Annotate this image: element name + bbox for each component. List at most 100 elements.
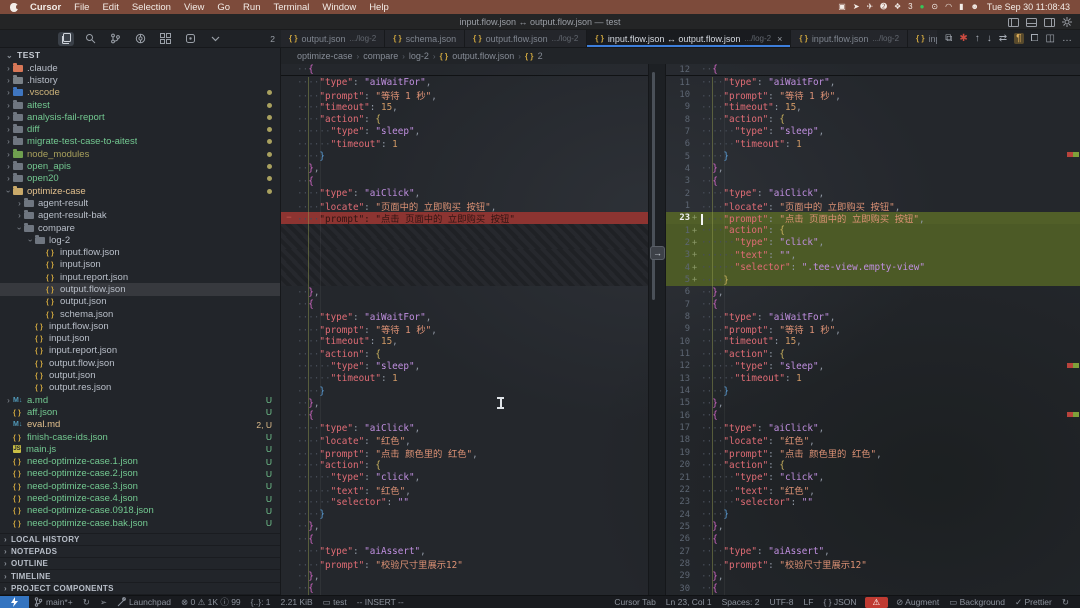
menu-cursor[interactable]: Cursor — [30, 2, 61, 13]
prettier-item[interactable]: ✓ Prettier — [1010, 596, 1057, 608]
sidebar-item-need-optimize-case.bak.json[interactable]: { } need-optimize-case.bak.json U — [0, 517, 280, 529]
swift-icon[interactable]: ➤ — [853, 3, 860, 11]
menu-terminal[interactable]: Terminal — [273, 2, 309, 13]
wifi-icon[interactable]: ◠ — [945, 3, 952, 11]
encoding-item[interactable]: UTF-8 — [764, 596, 798, 608]
screenshot-icon[interactable]: ▣ — [838, 3, 846, 11]
layout-panel-icon[interactable] — [1026, 17, 1037, 27]
sidebar-item-input.flow.json[interactable]: { } input.flow.json — [0, 246, 280, 258]
sidebar-item-main.js[interactable]: JS main.js U — [0, 443, 280, 455]
launchpad-item[interactable]: Launchpad — [112, 596, 176, 608]
indentation-item[interactable]: Spaces: 2 — [717, 596, 765, 608]
sidebar-item-.claude[interactable]: › .claude — [0, 62, 280, 74]
next-change-icon[interactable]: ↓ — [987, 33, 992, 44]
sidebar-item-aitest[interactable]: › aitest — [0, 99, 280, 111]
menubar-clock[interactable]: Tue Sep 30 11:08:43 — [987, 2, 1070, 12]
sidebar-item-diff[interactable]: › diff — [0, 123, 280, 135]
sidebar-item-compare[interactable]: › compare — [0, 222, 280, 234]
sidebar-item-aff.json[interactable]: { } aff.json U — [0, 406, 280, 418]
menu-file[interactable]: File — [74, 2, 89, 13]
file-size-item[interactable]: 2.21 KiB — [276, 596, 318, 608]
search-icon[interactable] — [83, 32, 99, 46]
files-icon[interactable] — [57, 31, 74, 46]
prev-change-icon[interactable]: ↑ — [975, 33, 980, 44]
menu-view[interactable]: View — [184, 2, 204, 13]
sidebar-item-input.report.json[interactable]: { } input.report.json — [0, 271, 280, 283]
sidebar-item-node-modules[interactable]: › node_modules — [0, 148, 280, 160]
sidebar-item-finish-case-ids.json[interactable]: { } finish-case-ids.json U — [0, 431, 280, 443]
battery-icon[interactable]: ▮ — [959, 3, 963, 11]
language-mode-item[interactable]: { } JSON — [818, 596, 861, 608]
sidebar-item-open20[interactable]: › open20 — [0, 173, 280, 185]
extensions-icon[interactable] — [133, 32, 149, 46]
menu-edit[interactable]: Edit — [102, 2, 118, 13]
vim-mode-item[interactable]: -- INSERT -- — [352, 596, 409, 608]
sidebar-section-local-history[interactable]: › LOCAL HISTORY — [0, 534, 280, 546]
explorer-root-header[interactable]: ⌄ TEST — [0, 48, 280, 62]
sidebar-item-need-optimize-case.3.json[interactable]: { } need-optimize-case.3.json U — [0, 480, 280, 492]
breadcrumb-item[interactable]: { } output.flow.json — [440, 51, 515, 61]
sync-icon[interactable]: ↻ — [78, 596, 95, 608]
messages-icon[interactable]: ❖ — [894, 3, 901, 11]
sidebar-item-output.json[interactable]: { } output.json — [0, 296, 280, 308]
sidebar-item-.vscode[interactable]: › .vscode — [0, 87, 280, 99]
open-preview-icon[interactable]: ⧠ — [1031, 33, 1039, 44]
restart-extensions-icon[interactable]: ↻ — [1057, 596, 1074, 608]
sidebar-item-migrate-test-case-to-aitest[interactable]: › migrate-test-case-to-aitest — [0, 136, 280, 148]
sidebar-section-timeline[interactable]: › TIMELINE — [0, 570, 280, 583]
overview-ruler[interactable] — [1064, 64, 1080, 595]
tab-input.flow.json[interactable]: { } input.flow.json .../log-2 — [791, 30, 909, 47]
sidebar-item-input.json[interactable]: { } input.json — [0, 333, 280, 345]
window-name-item[interactable]: ▭ test — [318, 596, 352, 608]
remote-button[interactable] — [0, 596, 29, 608]
diff-sash[interactable]: → — [648, 64, 666, 595]
cursor-position-item[interactable]: Ln 23, Col 1 — [661, 596, 717, 608]
breadcrumb-item[interactable]: optimize-case — [297, 51, 353, 61]
grid-icon[interactable] — [158, 32, 174, 46]
revert-change-arrow-button[interactable]: → — [650, 246, 665, 260]
sidebar-item-schema.json[interactable]: { } schema.json — [0, 308, 280, 320]
left-pane-scrollbar[interactable] — [652, 72, 655, 300]
menu-selection[interactable]: Selection — [132, 2, 171, 13]
sidebar-item-log-2[interactable]: › log-2 — [0, 234, 280, 246]
sidebar-item-.history[interactable]: › .history — [0, 74, 280, 86]
sidebar-item-need-optimize-case.0918.json[interactable]: { } need-optimize-case.0918.json U — [0, 505, 280, 517]
background-item[interactable]: ▭ Background — [944, 596, 1010, 608]
swap-sides-icon[interactable]: ⇄ — [999, 33, 1007, 44]
sidebar-item-eval.md[interactable]: M↓ eval.md 2, U — [0, 419, 280, 431]
layout-sidebar-right-icon[interactable] — [1044, 17, 1055, 27]
cursor-tab-item[interactable]: Cursor Tab — [609, 596, 660, 608]
sidebar-section-notepads[interactable]: › NOTEPADS — [0, 546, 280, 559]
tab-output.flow.json[interactable]: { } output.flow.json .../log-2 — [465, 30, 588, 47]
diff-modified-pane[interactable]: 12 ··{11 ····"type": "aiWaitFor", 10 ····"pr… — [666, 64, 1080, 595]
sidebar-item-agent-result-bak[interactable]: › agent-result-bak — [0, 210, 280, 222]
pigeon-icon[interactable]: ➢ — [95, 596, 112, 608]
sidebar-item-need-optimize-case.1.json[interactable]: { } need-optimize-case.1.json U — [0, 456, 280, 468]
account-icon[interactable]: ☻ — [971, 3, 979, 11]
sidebar-item-analysis-fail-report[interactable]: › analysis-fail-report — [0, 111, 280, 123]
sidebar-item-output.json[interactable]: { } output.json — [0, 369, 280, 381]
bracket-count-item[interactable]: {..}: 1 — [246, 596, 276, 608]
menu-help[interactable]: Help — [369, 2, 389, 13]
diff-original-pane[interactable]: ··{····"type": "aiWaitFor", ····"prompt":… — [281, 64, 648, 595]
copy-icon[interactable]: ⧉ — [945, 33, 952, 44]
tab-close-icon[interactable]: × — [777, 34, 782, 44]
breadcrumb-item[interactable]: log-2 — [409, 51, 429, 61]
layout-sidebar-left-icon[interactable] — [1008, 17, 1019, 27]
telegram-icon[interactable]: ✈ — [867, 3, 874, 11]
sidebar-item-input.flow.json[interactable]: { } input.flow.json — [0, 320, 280, 332]
whitespace-toggle-icon[interactable]: ¶ — [1014, 33, 1024, 44]
apple-menu-icon[interactable] — [10, 2, 19, 12]
sidebar-item-input.json[interactable]: { } input.json — [0, 259, 280, 271]
split-editor-icon[interactable]: ◫ — [1046, 33, 1055, 44]
sidebar-section-outline[interactable]: › OUTLINE — [0, 558, 280, 571]
sidebar-section-project-components[interactable]: › PROJECT COMPONENTS — [0, 583, 280, 595]
target-icon[interactable] — [183, 32, 199, 46]
more-actions-icon[interactable]: … — [1062, 33, 1072, 44]
sidebar-item-output.flow.json[interactable]: { } output.flow.json — [0, 283, 280, 296]
tab-output.json[interactable]: { } output.json .../log-2 — [281, 30, 386, 47]
augment-item[interactable]: ⊘ Augment — [891, 596, 944, 608]
menubar-app-icon[interactable]: ⊙ — [931, 3, 938, 11]
sidebar-item-output.res.json[interactable]: { } output.res.json — [0, 382, 280, 394]
sidebar-item-output.flow.json[interactable]: { } output.flow.json — [0, 357, 280, 369]
